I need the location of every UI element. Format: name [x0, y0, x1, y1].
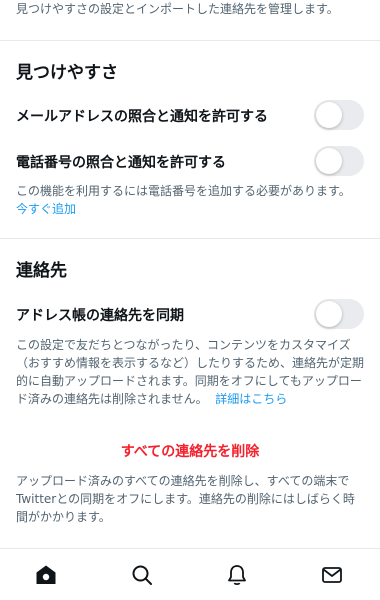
phone-matching-toggle[interactable] — [314, 146, 364, 176]
tab-messages[interactable] — [318, 561, 346, 589]
toggle-knob — [316, 301, 342, 327]
sync-contacts-label: アドレス帳の連絡先を同期 — [16, 308, 184, 324]
delete-all-contacts-button[interactable]: すべての連絡先を削除 — [0, 441, 380, 461]
add-now-link[interactable]: 今すぐ追加 — [16, 202, 76, 216]
sync-contacts-toggle[interactable] — [314, 299, 364, 329]
search-icon — [132, 565, 152, 585]
phone-help-message: この機能を利用するには電話番号を追加する必要があります。 — [16, 184, 351, 198]
divider — [0, 238, 380, 239]
sync-help-text: この設定で友だちとつながったり、コンテンツをカスタマイズ（おすすめ情報を表示する… — [16, 336, 366, 408]
tab-search[interactable] — [128, 561, 156, 589]
email-matching-toggle[interactable] — [314, 100, 364, 130]
notifications-icon — [228, 565, 246, 586]
section-title-contacts: 連絡先 — [16, 261, 67, 281]
toggle-knob — [316, 148, 342, 174]
sync-help-message: この設定で友だちとつながったり、コンテンツをカスタマイズ（おすすめ情報を表示する… — [16, 338, 365, 406]
home-icon — [36, 565, 56, 584]
phone-help-text: この機能を利用するには電話番号を追加する必要があります。 今すぐ追加 — [16, 182, 366, 218]
phone-matching-label: 電話番号の照合と通知を許可する — [16, 155, 226, 171]
bottom-tab-bar — [0, 548, 380, 600]
tab-home[interactable] — [32, 561, 60, 589]
toggle-knob — [316, 102, 342, 128]
delete-help-text: アップロード済みのすべての連絡先を削除し、すべての端末でTwitterとの同期を… — [16, 474, 355, 524]
learn-more-link[interactable]: 詳細はこちら — [215, 392, 287, 406]
tab-notifications[interactable] — [223, 561, 251, 589]
divider — [0, 40, 380, 41]
email-matching-label: メールアドレスの照合と通知を許可する — [16, 109, 268, 125]
intro-text: 見つけやすさの設定とインポートした連絡先を管理します。 — [16, 2, 339, 16]
messages-icon — [322, 567, 342, 583]
section-title-discoverability: 見つけやすさ — [16, 63, 118, 83]
